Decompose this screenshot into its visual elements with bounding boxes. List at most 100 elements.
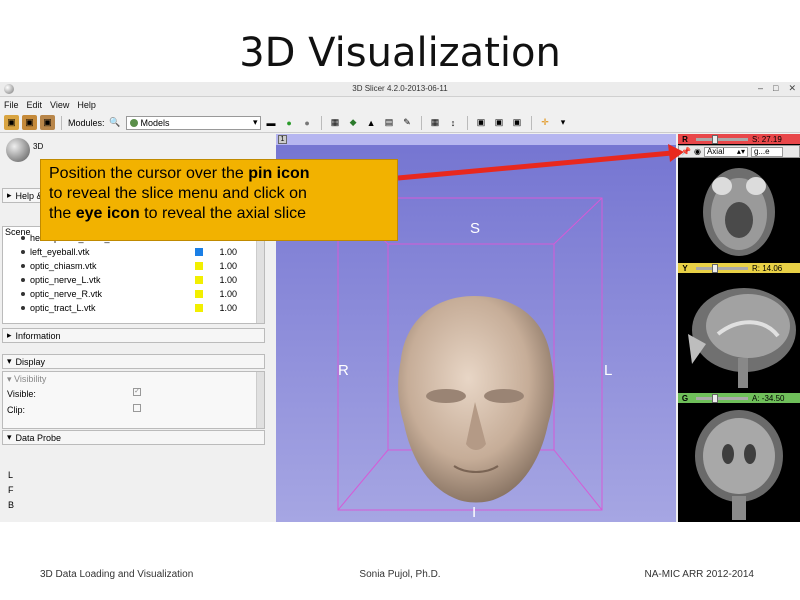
axis-label-s: S [470, 220, 481, 237]
menu-file[interactable]: File [4, 100, 19, 110]
module-search-icon[interactable]: 🔍 [108, 115, 123, 130]
maximize-button[interactable]: □ [773, 83, 778, 94]
right-eye-region [484, 389, 524, 403]
display-panel: ▾ Visibility Visible: ✓ Clip: [2, 371, 265, 429]
menu-help[interactable]: Help [77, 100, 96, 110]
footer-right: NA-MIC ARR 2012-2014 [644, 569, 755, 580]
back-arrow-icon[interactable]: ● [282, 115, 297, 130]
visibility-eye-icon[interactable] [21, 278, 25, 282]
model-opacity[interactable]: 1.00 [217, 275, 237, 285]
probe-letter-b: B [8, 500, 15, 510]
toolbar-separator [61, 115, 62, 130]
model-color-swatch[interactable] [195, 304, 203, 312]
view-options-icon[interactable]: ↕ [446, 115, 461, 130]
collapse-arrow-icon: ▾ [7, 356, 12, 366]
coronal-slice-image [695, 410, 783, 520]
load-data-icon[interactable]: ▣ [4, 115, 19, 130]
slice-views: R S: 27.19 📌 ◉ Axial▴▾ g...e Y R: 14.06 [678, 134, 800, 522]
model-color-swatch[interactable] [195, 290, 203, 298]
module-history-icon[interactable]: ▬ [264, 115, 279, 130]
green-slice-offset: A: -34.50 [752, 393, 785, 403]
volume-selector[interactable]: g...e [750, 146, 783, 157]
minimize-button[interactable]: – [758, 83, 763, 94]
information-section-label: Information [15, 330, 61, 341]
visibility-eye-icon[interactable] [21, 236, 25, 240]
toolbar-separator [530, 115, 532, 130]
model-opacity[interactable]: 1.00 [217, 303, 237, 313]
chevron-down-icon: ▾ [253, 117, 258, 127]
crosshair-icon[interactable]: ✛ [538, 115, 553, 130]
extension-icon[interactable]: ▣ [492, 115, 507, 130]
transforms-icon[interactable]: ▤ [382, 115, 397, 130]
eye-icon[interactable]: ◉ [694, 147, 701, 156]
load-dicom-icon[interactable]: ▣ [22, 115, 37, 130]
crosshair-menu-chevron-icon[interactable]: ▾ [556, 115, 571, 130]
slider-handle[interactable] [711, 263, 718, 273]
forward-arrow-icon[interactable]: ● [300, 115, 315, 130]
layout-icon[interactable]: ▦ [428, 115, 443, 130]
visibility-eye-icon[interactable] [21, 264, 25, 268]
main-toolbar: ▣ ▣ ▣ Modules: 🔍 Models ▾ ▬ ● ● ▦ ◆ ▲ ▤ … [0, 113, 800, 133]
models-icon[interactable]: ▲ [364, 115, 379, 130]
orientation-selector[interactable]: Axial ▴▾ [703, 146, 748, 157]
slider-handle[interactable] [711, 134, 718, 144]
callout-text: Position the cursor over the [49, 165, 249, 182]
python-icon[interactable]: ▣ [510, 115, 525, 130]
window-title: 3D Slicer 4.2.0-2013-06-11 [352, 84, 448, 93]
module-selector[interactable]: Models ▾ [125, 115, 261, 130]
visibility-eye-icon[interactable] [21, 306, 25, 310]
information-section-header[interactable]: ▸ Information [2, 328, 265, 343]
module-header: 3D [33, 142, 44, 151]
model-name: optic_chiasm.vtk [30, 261, 97, 271]
expand-arrow-icon: ▸ [7, 190, 12, 200]
data-module-icon[interactable]: ▦ [328, 115, 343, 130]
callout-emphasis: pin icon [248, 165, 310, 182]
model-opacity[interactable]: 1.00 [217, 289, 237, 299]
slider-handle[interactable] [711, 393, 718, 403]
red-slice-slider[interactable] [696, 134, 748, 144]
yellow-slice-slider[interactable] [696, 263, 748, 273]
model-name: optic_nerve_L.vtk [30, 275, 101, 285]
yellow-slice-letter: Y [682, 263, 688, 273]
screenshot-icon[interactable]: ▣ [474, 115, 489, 130]
tree-row[interactable]: left_eyeball.vtk 1.00 [21, 245, 264, 259]
display-scrollbar[interactable] [256, 372, 264, 428]
green-slice-slider[interactable] [696, 393, 748, 403]
scene-scrollbar[interactable] [256, 227, 264, 323]
tree-row[interactable]: optic_nerve_L.vtk 1.00 [21, 273, 264, 287]
visibility-eye-icon[interactable] [21, 250, 25, 254]
tree-row[interactable]: optic_tract_L.vtk 1.00 [21, 301, 264, 315]
model-color-swatch[interactable] [195, 276, 203, 284]
model-name: optic_tract_L.vtk [30, 303, 96, 313]
model-opacity[interactable]: 1.00 [217, 261, 237, 271]
data-probe-header[interactable]: ▾ Data Probe [2, 430, 265, 445]
callout-text: to reveal the axial slice [139, 205, 307, 222]
visible-label: Visible: [7, 389, 36, 399]
save-icon[interactable]: ▣ [40, 115, 55, 130]
model-color-swatch[interactable] [195, 248, 203, 256]
menu-edit[interactable]: Edit [27, 100, 43, 110]
display-section-header[interactable]: ▾ Display [2, 354, 265, 369]
bounding-box-edge [553, 449, 603, 511]
slide-title: 3D Visualization [239, 30, 561, 76]
visibility-group-label: ▾ Visibility [7, 374, 47, 384]
close-button[interactable]: ✕ [788, 83, 796, 94]
editor-icon[interactable]: ✎ [400, 115, 415, 130]
tree-row[interactable]: optic_nerve_R.vtk 1.00 [21, 287, 264, 301]
data-probe-label: Data Probe [15, 432, 62, 443]
menubar: File Edit View Help [0, 97, 800, 112]
yellow-slice-bar: Y R: 14.06 [678, 263, 800, 273]
menu-view[interactable]: View [50, 100, 69, 110]
left-eye-region [426, 389, 466, 403]
bounding-box-edge [553, 197, 603, 245]
display-section-label: Display [15, 356, 46, 367]
model-color-swatch[interactable] [195, 262, 203, 270]
tree-row[interactable]: optic_chiasm.vtk 1.00 [21, 259, 264, 273]
visibility-eye-icon[interactable] [21, 292, 25, 296]
volumes-module-icon[interactable]: ◆ [346, 115, 361, 130]
model-opacity[interactable]: 1.00 [217, 247, 237, 257]
visible-checkbox[interactable]: ✓ [133, 388, 141, 396]
clip-checkbox[interactable] [133, 404, 141, 412]
expand-arrow-icon: ▸ [7, 330, 12, 340]
pin-icon[interactable]: 📌 [681, 147, 691, 156]
